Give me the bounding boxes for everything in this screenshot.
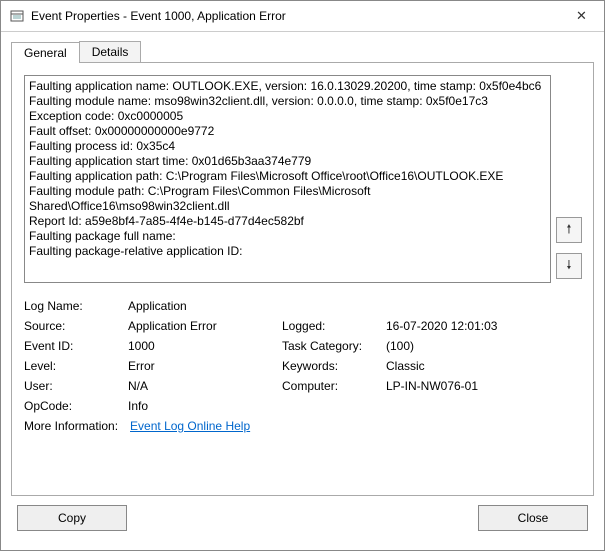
dialog-footer: Copy Close bbox=[11, 496, 594, 540]
window-title: Event Properties - Event 1000, Applicati… bbox=[31, 9, 559, 23]
keywords-label: Keywords: bbox=[282, 359, 382, 373]
tab-general[interactable]: General bbox=[11, 42, 80, 63]
next-event-button[interactable]: 🠗 bbox=[556, 253, 582, 279]
logged-value: 16-07-2020 12:01:03 bbox=[386, 319, 546, 333]
client-area: General Details Faulting application nam… bbox=[1, 32, 604, 550]
taskcat-label: Task Category: bbox=[282, 339, 382, 353]
level-value: Error bbox=[128, 359, 278, 373]
computer-label: Computer: bbox=[282, 379, 382, 393]
tab-details[interactable]: Details bbox=[79, 41, 142, 62]
moreinfo-label: More Information: bbox=[24, 419, 118, 433]
arrow-up-icon: 🠕 bbox=[566, 220, 571, 241]
level-label: Level: bbox=[24, 359, 124, 373]
keywords-value: Classic bbox=[386, 359, 546, 373]
titlebar: Event Properties - Event 1000, Applicati… bbox=[1, 1, 604, 32]
taskcat-value: (100) bbox=[386, 339, 546, 353]
close-window-button[interactable]: ✕ bbox=[559, 1, 604, 31]
logname-value: Application bbox=[128, 299, 278, 313]
source-value: Application Error bbox=[128, 319, 278, 333]
event-log-online-help-link[interactable]: Event Log Online Help bbox=[130, 419, 250, 433]
logged-label: Logged: bbox=[282, 319, 382, 333]
close-button[interactable]: Close bbox=[478, 505, 588, 531]
event-description[interactable]: Faulting application name: OUTLOOK.EXE, … bbox=[24, 75, 551, 283]
user-label: User: bbox=[24, 379, 124, 393]
eventid-value: 1000 bbox=[128, 339, 278, 353]
source-label: Source: bbox=[24, 319, 124, 333]
description-row: Faulting application name: OUTLOOK.EXE, … bbox=[24, 75, 581, 283]
copy-button[interactable]: Copy bbox=[17, 505, 127, 531]
eventid-label: Event ID: bbox=[24, 339, 124, 353]
opcode-label: OpCode: bbox=[24, 399, 124, 413]
arrow-down-icon: 🠗 bbox=[566, 256, 571, 277]
window: Event Properties - Event 1000, Applicati… bbox=[0, 0, 605, 551]
tab-panel-general: Faulting application name: OUTLOOK.EXE, … bbox=[11, 62, 594, 496]
opcode-value: Info bbox=[128, 399, 278, 413]
computer-value: LP-IN-NW076-01 bbox=[386, 379, 546, 393]
logname-label: Log Name: bbox=[24, 299, 124, 313]
user-value: N/A bbox=[128, 379, 278, 393]
app-icon bbox=[9, 8, 25, 24]
more-info-row: More Information: Event Log Online Help bbox=[24, 419, 581, 433]
tabs: General Details bbox=[11, 38, 594, 62]
nav-arrows: 🠕 🠗 bbox=[551, 75, 581, 283]
previous-event-button[interactable]: 🠕 bbox=[556, 217, 582, 243]
fields-grid: Log Name: Application Source: Applicatio… bbox=[24, 299, 581, 413]
